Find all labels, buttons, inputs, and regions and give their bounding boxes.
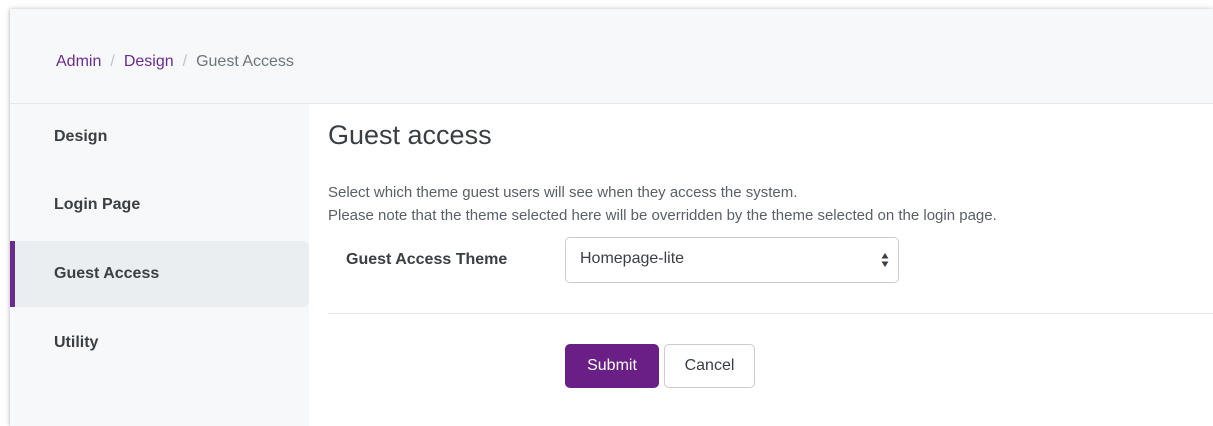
sidebar-item-login-page[interactable]: Login Page	[10, 172, 309, 238]
main-content: Guest access Select which theme guest us…	[309, 104, 1213, 426]
breadcrumb: Admin / Design / Guest Access	[56, 52, 294, 72]
description-line-1: Select which theme guest users will see …	[328, 184, 798, 201]
sidebar-item-guest-access[interactable]: Guest Access	[10, 241, 309, 307]
cancel-button[interactable]: Cancel	[664, 344, 755, 388]
sidebar-item-label: Utility	[54, 334, 99, 351]
sidebar-item-design[interactable]: Design	[10, 104, 309, 170]
select-value: Homepage-lite	[580, 250, 685, 267]
guest-access-theme-label: Guest Access Theme	[346, 251, 508, 268]
select-arrows-icon	[881, 252, 889, 268]
sidebar-item-label: Login Page	[54, 196, 141, 213]
sidebar: Design Login Page Guest Access Utility	[10, 104, 309, 426]
form-divider	[328, 313, 1213, 314]
breadcrumb-bar: Admin / Design / Guest Access	[10, 9, 1213, 104]
submit-button[interactable]: Submit	[565, 344, 659, 388]
sidebar-item-label: Guest Access	[54, 265, 160, 282]
breadcrumb-current: Guest Access	[196, 53, 294, 70]
breadcrumb-separator: /	[110, 53, 115, 70]
page-title: Guest access	[328, 120, 492, 150]
sidebar-item-label: Design	[54, 128, 108, 145]
breadcrumb-separator: /	[182, 53, 188, 70]
breadcrumb-link-admin[interactable]: Admin	[56, 53, 101, 70]
sidebar-item-utility[interactable]: Utility	[10, 310, 309, 376]
description-line-2: Please note that the theme selected here…	[328, 207, 997, 224]
admin-panel: Admin / Design / Guest Access Design Login P…	[10, 9, 1213, 426]
guest-access-theme-select[interactable]: Homepage-lite	[565, 237, 899, 283]
breadcrumb-link-design[interactable]: Design	[124, 53, 174, 70]
